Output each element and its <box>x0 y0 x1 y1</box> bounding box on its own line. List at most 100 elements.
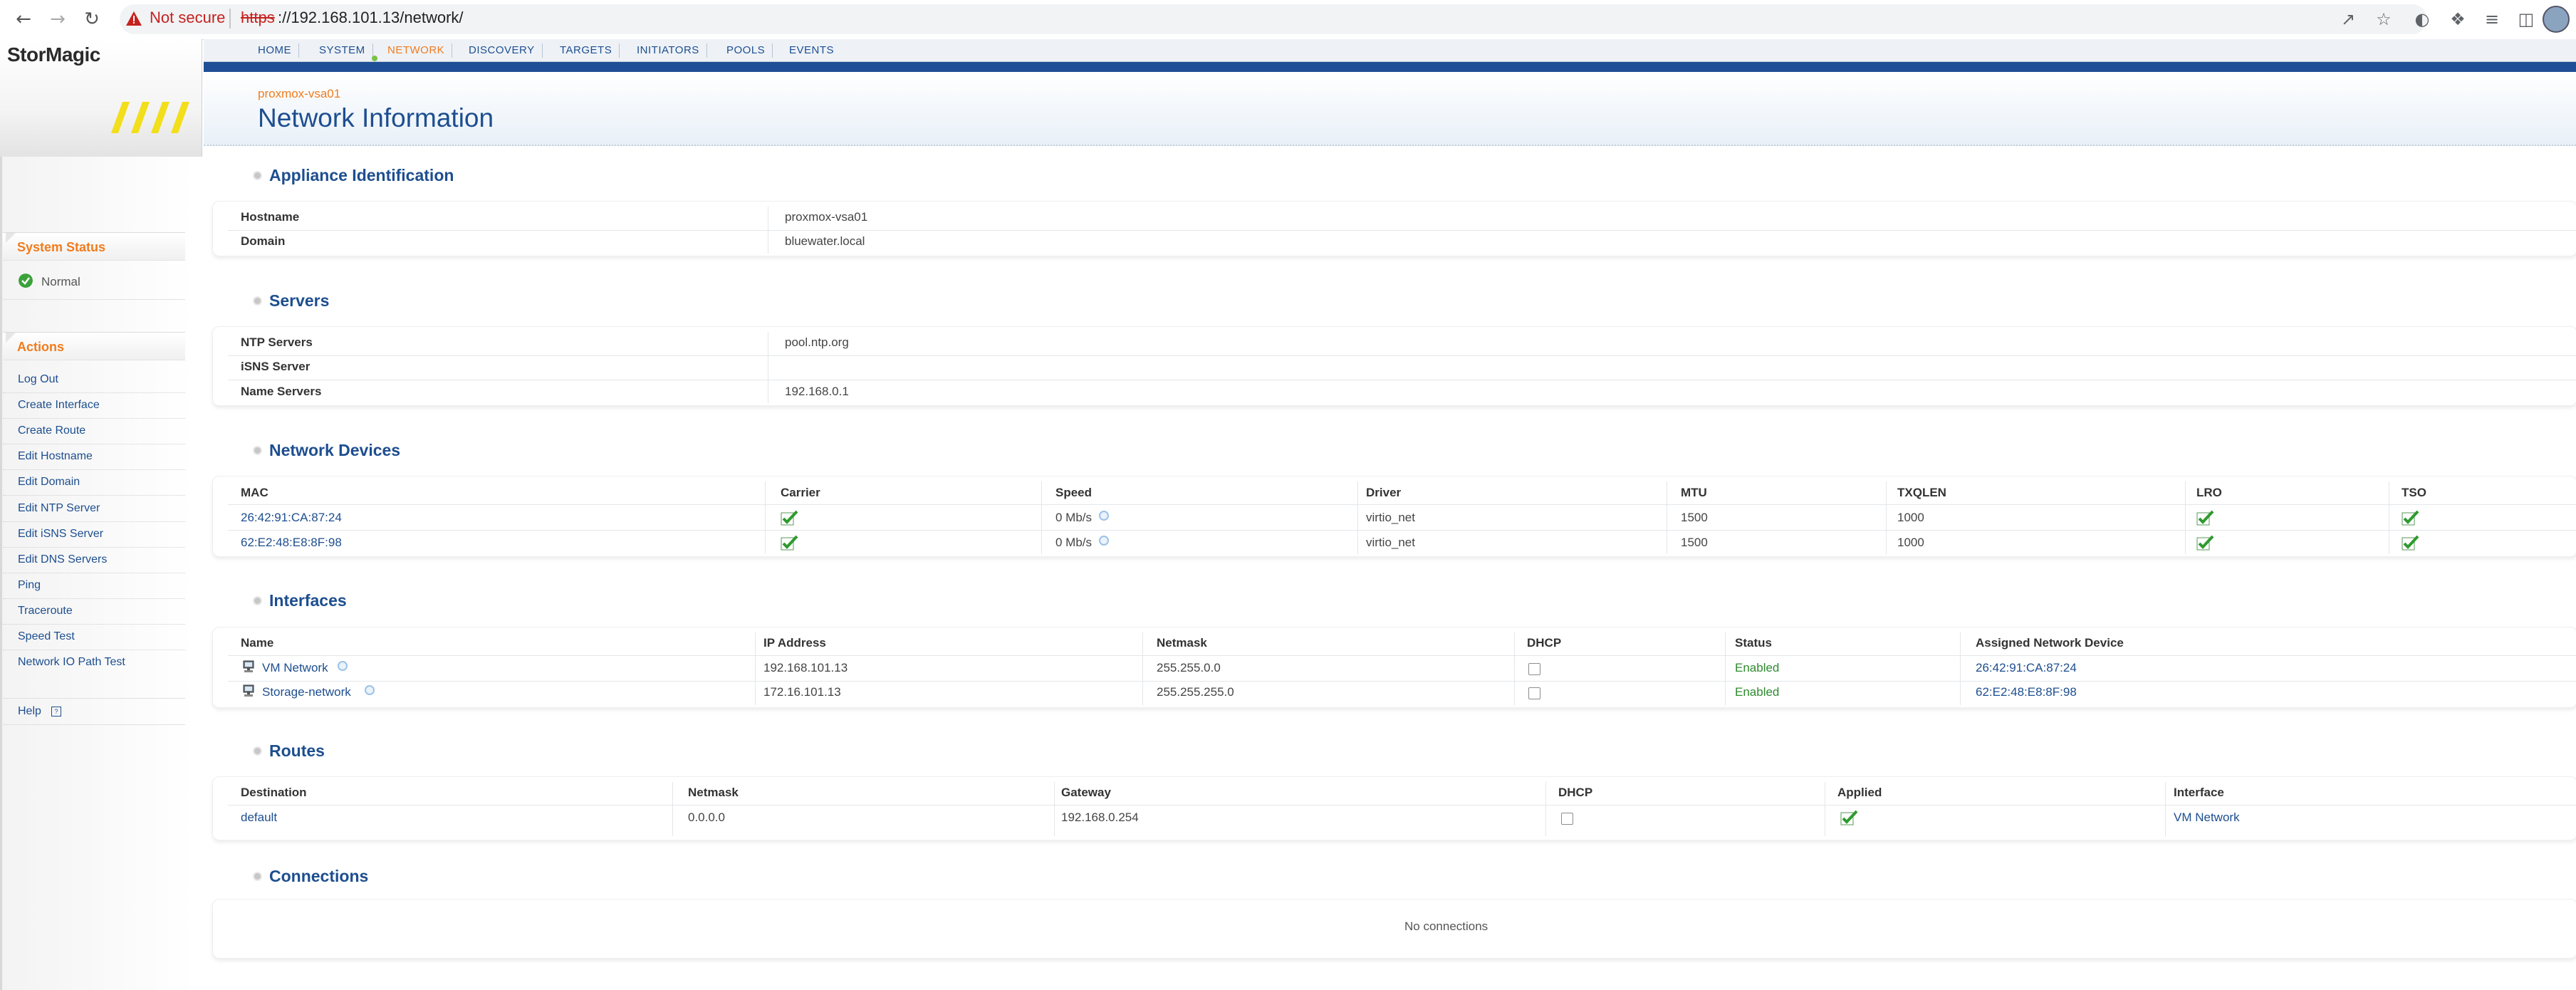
action-edit-domain[interactable]: Edit Domain <box>3 470 185 496</box>
help-link[interactable]: Help ? <box>3 698 185 725</box>
device-mac-link[interactable]: 26:42:91:CA:87:24 <box>241 511 342 525</box>
column-divider <box>1960 632 1961 705</box>
bookmark-star-icon[interactable]: ☆ <box>2372 7 2396 31</box>
header-divider <box>228 655 2576 656</box>
action-label[interactable]: Edit iSNS Server <box>18 528 103 541</box>
interfaces-section <box>212 627 2576 708</box>
help-icon[interactable]: ? <box>51 707 61 717</box>
col-mtu: MTU <box>1681 486 1707 499</box>
tab-initiators[interactable]: INITIATORS <box>630 43 707 58</box>
interface-info-icon[interactable] <box>338 661 348 671</box>
puzzle-icon[interactable]: ❖ <box>2446 7 2470 31</box>
interface-name-link[interactable]: VM Network <box>262 661 328 675</box>
back-icon[interactable]: ← <box>10 6 37 33</box>
interface-status: Enabled <box>1735 661 1780 674</box>
action-label[interactable]: Edit DNS Servers <box>18 553 107 566</box>
section-bullet-icon <box>253 446 262 455</box>
action-label[interactable]: Create Interface <box>18 399 100 412</box>
section-bullet-icon <box>253 872 262 881</box>
col-netmask: Netmask <box>1157 636 1207 650</box>
action-label[interactable]: Speed Test <box>18 630 75 643</box>
interface-dhcp-checkbox[interactable] <box>1528 687 1540 699</box>
action-label[interactable]: Traceroute <box>18 605 73 618</box>
main-nav: HOME SYSTEM NETWORK DISCOVERY TARGETS IN… <box>204 39 2576 62</box>
sidepanel-icon[interactable]: ◫ <box>2514 7 2538 31</box>
action-edit-dns-servers[interactable]: Edit DNS Servers <box>3 548 185 573</box>
tab-targets[interactable]: TARGETS <box>553 43 620 58</box>
extension-icon[interactable]: ◐ <box>2410 7 2434 31</box>
column-divider <box>1041 481 1042 554</box>
url-text[interactable]: ://192.168.101.13/network/ <box>278 9 464 27</box>
tab-pools[interactable]: POOLS <box>719 43 773 58</box>
breadcrumb[interactable]: proxmox-vsa01 <box>258 87 340 101</box>
route-interface-link[interactable]: VM Network <box>2174 811 2240 825</box>
action-edit-hostname[interactable]: Edit Hostname <box>3 444 185 470</box>
isns-server-label: iSNS Server <box>241 360 311 373</box>
action-edit-isns-server[interactable]: Edit iSNS Server <box>3 522 185 548</box>
tab-discovery[interactable]: DISCOVERY <box>462 43 543 58</box>
ntp-servers-value: pool.ntp.org <box>785 335 849 349</box>
speed-info-icon[interactable] <box>1099 511 1109 521</box>
system-status-row: Normal <box>3 266 185 300</box>
actions-title: Actions <box>17 340 65 354</box>
interface-name-link[interactable]: Storage-network <box>262 685 351 699</box>
warning-icon[interactable] <box>125 11 142 26</box>
device-mac-link[interactable]: 62:E2:48:E8:8F:98 <box>241 536 342 550</box>
row-divider <box>228 530 2576 531</box>
logo-stripes-icon <box>111 102 189 133</box>
action-log-out[interactable]: Log Out <box>3 368 185 393</box>
device-driver: virtio_net <box>1366 511 1415 524</box>
route-destination-link[interactable]: default <box>241 811 277 825</box>
interface-dhcp-checkbox[interactable] <box>1528 663 1540 675</box>
address-bar[interactable] <box>120 4 2427 34</box>
reload-icon[interactable]: ↻ <box>78 6 105 33</box>
url-scheme[interactable]: https <box>241 9 275 27</box>
col-gateway: Gateway <box>1061 786 1111 799</box>
speed-info-icon[interactable] <box>1099 536 1109 546</box>
routes-section-title: Routes <box>269 741 325 760</box>
section-bullet-icon <box>253 171 262 180</box>
lro-check-icon <box>2196 510 2214 526</box>
assigned-device-link[interactable]: 62:E2:48:E8:8F:98 <box>1976 685 2077 699</box>
help-label[interactable]: Help <box>18 705 41 718</box>
logo-text[interactable]: StorMagic <box>7 43 100 66</box>
action-label[interactable]: Create Route <box>18 424 85 437</box>
action-edit-ntp-server[interactable]: Edit NTP Server <box>3 496 185 522</box>
action-label[interactable]: Ping <box>18 579 41 592</box>
tab-network[interactable]: NETWORK <box>380 43 453 58</box>
domain-label: Domain <box>241 234 286 248</box>
action-label[interactable]: Edit NTP Server <box>18 502 100 515</box>
hostname-value: proxmox-vsa01 <box>785 210 868 224</box>
profile-avatar[interactable] <box>2543 6 2570 33</box>
action-label[interactable]: Log Out <box>18 373 58 386</box>
col-speed: Speed <box>1055 486 1093 499</box>
action-label[interactable]: Edit Hostname <box>18 450 93 463</box>
action-traceroute[interactable]: Traceroute <box>3 599 185 625</box>
col-name: Name <box>241 636 274 650</box>
action-speed-test[interactable]: Speed Test <box>3 625 185 650</box>
media-icon[interactable]: ≡ <box>2480 7 2504 31</box>
action-create-interface[interactable]: Create Interface <box>3 393 185 419</box>
action-label[interactable]: Edit Domain <box>18 476 80 489</box>
action-label[interactable]: Network IO Path Test <box>18 656 125 669</box>
tab-home[interactable]: HOME <box>251 43 299 58</box>
col-driver: Driver <box>1366 486 1402 499</box>
tab-system[interactable]: SYSTEM <box>312 43 373 58</box>
interface-info-icon[interactable] <box>365 685 375 695</box>
col-carrier: Carrier <box>781 486 820 499</box>
action-network-io-path-test[interactable]: Network IO Path Test <box>3 650 185 675</box>
tab-events[interactable]: EVENTS <box>782 43 841 58</box>
system-status-header: System Status <box>3 232 185 261</box>
route-gateway: 192.168.0.254 <box>1061 811 1139 824</box>
name-servers-value: 192.168.0.1 <box>785 385 849 398</box>
share-icon[interactable]: ↗ <box>2336 7 2360 31</box>
connections-section-title: Connections <box>269 867 369 885</box>
assigned-device-link[interactable]: 26:42:91:CA:87:24 <box>1976 661 2077 675</box>
route-dhcp-checkbox[interactable] <box>1561 813 1573 825</box>
not-secure-label[interactable]: Not secure <box>150 9 225 27</box>
forward-icon[interactable]: → <box>44 6 71 33</box>
action-create-route[interactable]: Create Route <box>3 419 185 444</box>
interfaces-section-title: Interfaces <box>269 591 347 610</box>
action-ping[interactable]: Ping <box>3 573 185 599</box>
col-assigned-device: Assigned Network Device <box>1976 636 2124 650</box>
